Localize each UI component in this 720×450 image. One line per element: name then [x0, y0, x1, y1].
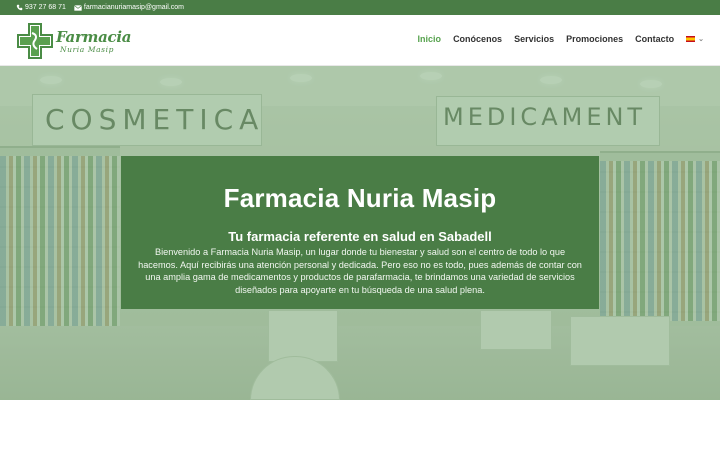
nav-item-inicio[interactable]: Inicio: [418, 34, 442, 44]
phone-number: 937 27 68 71: [25, 4, 66, 11]
site-header: Farmacia Nuria Masip Inicio Conócenos Se…: [0, 15, 720, 66]
content-area: [0, 400, 720, 450]
nav-item-contacto[interactable]: Contacto: [635, 34, 674, 44]
nav-item-servicios[interactable]: Servicios: [514, 34, 554, 44]
logo-subtitle: Nuria Masip: [60, 44, 115, 54]
language-selector[interactable]: ⌄: [686, 35, 704, 43]
spain-flag-icon: [686, 36, 696, 42]
email-contact[interactable]: farmacianuriamasip@gmail.com: [74, 4, 184, 11]
phone-icon: [16, 4, 23, 11]
top-contact-bar: 937 27 68 71 farmacianuriamasip@gmail.co…: [0, 0, 720, 15]
pharmacy-cross-icon: [17, 23, 53, 59]
envelope-icon: [74, 4, 82, 11]
nav-item-promociones[interactable]: Promociones: [566, 34, 623, 44]
hero-content-box: Farmacia Nuria Masip Tu farmacia referen…: [121, 156, 599, 309]
hero-title: Farmacia Nuria Masip: [223, 183, 497, 213]
hero-section: COSMETICA MEDICAMENT Farmacia Nuria Masi…: [0, 66, 720, 400]
logo-name: Farmacia: [56, 27, 132, 46]
nav-item-conocenos[interactable]: Conócenos: [453, 34, 502, 44]
site-logo[interactable]: Farmacia Nuria Masip: [17, 23, 132, 59]
chevron-down-icon: ⌄: [698, 36, 704, 43]
main-navigation: Inicio Conócenos Servicios Promociones C…: [406, 34, 704, 44]
phone-contact[interactable]: 937 27 68 71: [16, 4, 66, 11]
email-address: farmacianuriamasip@gmail.com: [83, 4, 184, 11]
hero-description: Bienvenido a Farmacia Nuria Masip, un lu…: [138, 247, 582, 295]
hero-subtitle: Tu farmacia referente en salud en Sabade…: [228, 229, 492, 244]
